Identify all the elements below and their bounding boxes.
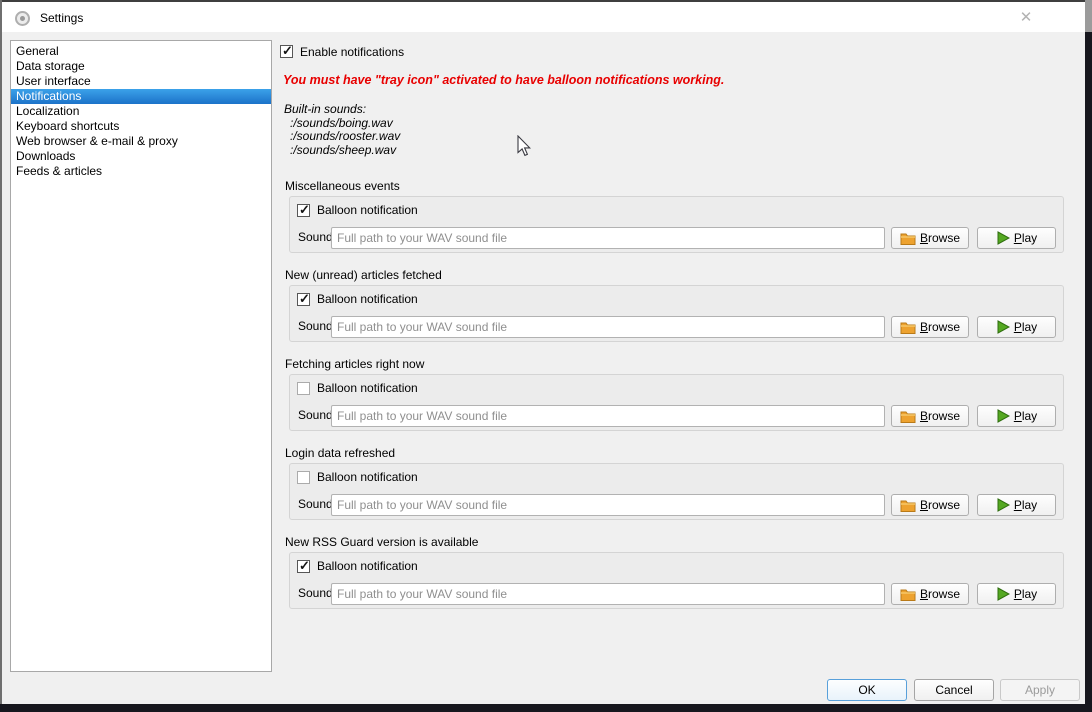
apply-button[interactable]: Apply (1000, 679, 1080, 701)
play-icon (996, 231, 1010, 245)
cancel-button[interactable]: Cancel (914, 679, 994, 701)
check-icon: ✓ (299, 202, 310, 218)
sound-path-input[interactable] (331, 316, 885, 338)
balloon-checkbox[interactable]: ✓ (297, 560, 310, 573)
settings-category-list: General Data storage User interface Noti… (10, 40, 272, 672)
sound-path-input[interactable] (331, 227, 885, 249)
browse-label: Browse (920, 409, 960, 423)
play-label: Play (1014, 320, 1037, 334)
play-icon (996, 409, 1010, 423)
enable-notifications-checkbox[interactable]: ✓ (280, 45, 293, 58)
folder-icon (900, 588, 916, 601)
browse-label: Browse (920, 231, 960, 245)
balloon-label[interactable]: Balloon notification (317, 471, 418, 484)
window-right-edge (1085, 0, 1092, 32)
enable-notifications-label[interactable]: Enable notifications (300, 45, 404, 59)
browse-button[interactable]: Browse (891, 494, 969, 516)
play-label: Play (1014, 409, 1037, 423)
browse-button[interactable]: Browse (891, 583, 969, 605)
folder-icon (900, 499, 916, 512)
browse-label: Browse (920, 498, 960, 512)
section-box-login-refreshed: ✓ Balloon notification Sound Browse Play (289, 463, 1064, 520)
tray-icon-warning-text: You must have "tray icon" activated to h… (283, 73, 724, 87)
play-button[interactable]: Play (977, 316, 1056, 338)
browse-label: Browse (920, 587, 960, 601)
section-title-misc-events: Miscellaneous events (285, 179, 400, 193)
settings-gear-icon (15, 11, 30, 26)
check-icon: ✓ (282, 43, 293, 59)
section-box-new-version: ✓ Balloon notification Sound Browse Play (289, 552, 1064, 609)
check-icon: ✓ (299, 291, 310, 307)
play-button[interactable]: Play (977, 227, 1056, 249)
play-button[interactable]: Play (977, 405, 1056, 427)
builtin-sounds-block: Built-in sounds: :/sounds/boing.wav :/so… (284, 103, 400, 157)
builtin-sound-path: :/sounds/rooster.wav (284, 130, 400, 144)
sound-path-input[interactable] (331, 583, 885, 605)
sidebar-item-keyboard-shortcuts[interactable]: Keyboard shortcuts (11, 119, 271, 134)
play-label: Play (1014, 498, 1037, 512)
section-title-new-version: New RSS Guard version is available (285, 535, 478, 549)
sidebar-item-notifications[interactable]: Notifications (11, 89, 271, 104)
sound-label: Sound (298, 320, 333, 333)
sidebar-item-data-storage[interactable]: Data storage (11, 59, 271, 74)
balloon-checkbox[interactable]: ✓ (297, 293, 310, 306)
section-box-new-articles: ✓ Balloon notification Sound Browse Play (289, 285, 1064, 342)
balloon-label[interactable]: Balloon notification (317, 382, 418, 395)
balloon-label[interactable]: Balloon notification (317, 204, 418, 217)
browse-button[interactable]: Browse (891, 405, 969, 427)
sidebar-item-feeds-articles[interactable]: Feeds & articles (11, 164, 271, 179)
window-title: Settings (40, 11, 83, 25)
builtin-sound-path: :/sounds/sheep.wav (284, 144, 400, 158)
play-icon (996, 587, 1010, 601)
section-title-login-refreshed: Login data refreshed (285, 446, 395, 460)
sidebar-item-web-browser[interactable]: Web browser & e-mail & proxy (11, 134, 271, 149)
builtin-sound-path: :/sounds/boing.wav (284, 117, 400, 131)
balloon-label[interactable]: Balloon notification (317, 293, 418, 306)
balloon-checkbox[interactable]: ✓ (297, 471, 310, 484)
section-title-new-articles: New (unread) articles fetched (285, 268, 442, 282)
folder-icon (900, 232, 916, 245)
sound-label: Sound (298, 231, 333, 244)
play-button[interactable]: Play (977, 494, 1056, 516)
play-label: Play (1014, 231, 1037, 245)
play-icon (996, 320, 1010, 334)
browse-label: Browse (920, 320, 960, 334)
browse-button[interactable]: Browse (891, 227, 969, 249)
sound-label: Sound (298, 498, 333, 511)
section-box-fetching-now: ✓ Balloon notification Sound Browse Play (289, 374, 1064, 431)
sidebar-item-downloads[interactable]: Downloads (11, 149, 271, 164)
browse-button[interactable]: Browse (891, 316, 969, 338)
folder-icon (900, 321, 916, 334)
play-label: Play (1014, 587, 1037, 601)
sidebar-item-user-interface[interactable]: User interface (11, 74, 271, 89)
balloon-label[interactable]: Balloon notification (317, 560, 418, 573)
close-icon[interactable]: ✕ (1014, 7, 1038, 29)
check-icon: ✓ (299, 558, 310, 574)
sound-path-input[interactable] (331, 494, 885, 516)
builtin-sounds-header: Built-in sounds: (284, 103, 400, 117)
section-box-misc-events: ✓ Balloon notification Sound Browse Play (289, 196, 1064, 253)
play-icon (996, 498, 1010, 512)
balloon-checkbox[interactable]: ✓ (297, 204, 310, 217)
sound-label: Sound (298, 409, 333, 422)
play-button[interactable]: Play (977, 583, 1056, 605)
sound-path-input[interactable] (331, 405, 885, 427)
sound-label: Sound (298, 587, 333, 600)
titlebar[interactable]: Settings ✕ (2, 2, 1085, 32)
section-title-fetching-now: Fetching articles right now (285, 357, 424, 371)
sidebar-item-general[interactable]: General (11, 44, 271, 59)
ok-button[interactable]: OK (827, 679, 907, 701)
window-border-left (0, 0, 2, 704)
sidebar-item-localization[interactable]: Localization (11, 104, 271, 119)
balloon-checkbox[interactable]: ✓ (297, 382, 310, 395)
mouse-cursor (517, 135, 532, 157)
folder-icon (900, 410, 916, 423)
settings-window: Settings ✕ General Data storage User int… (0, 0, 1085, 704)
